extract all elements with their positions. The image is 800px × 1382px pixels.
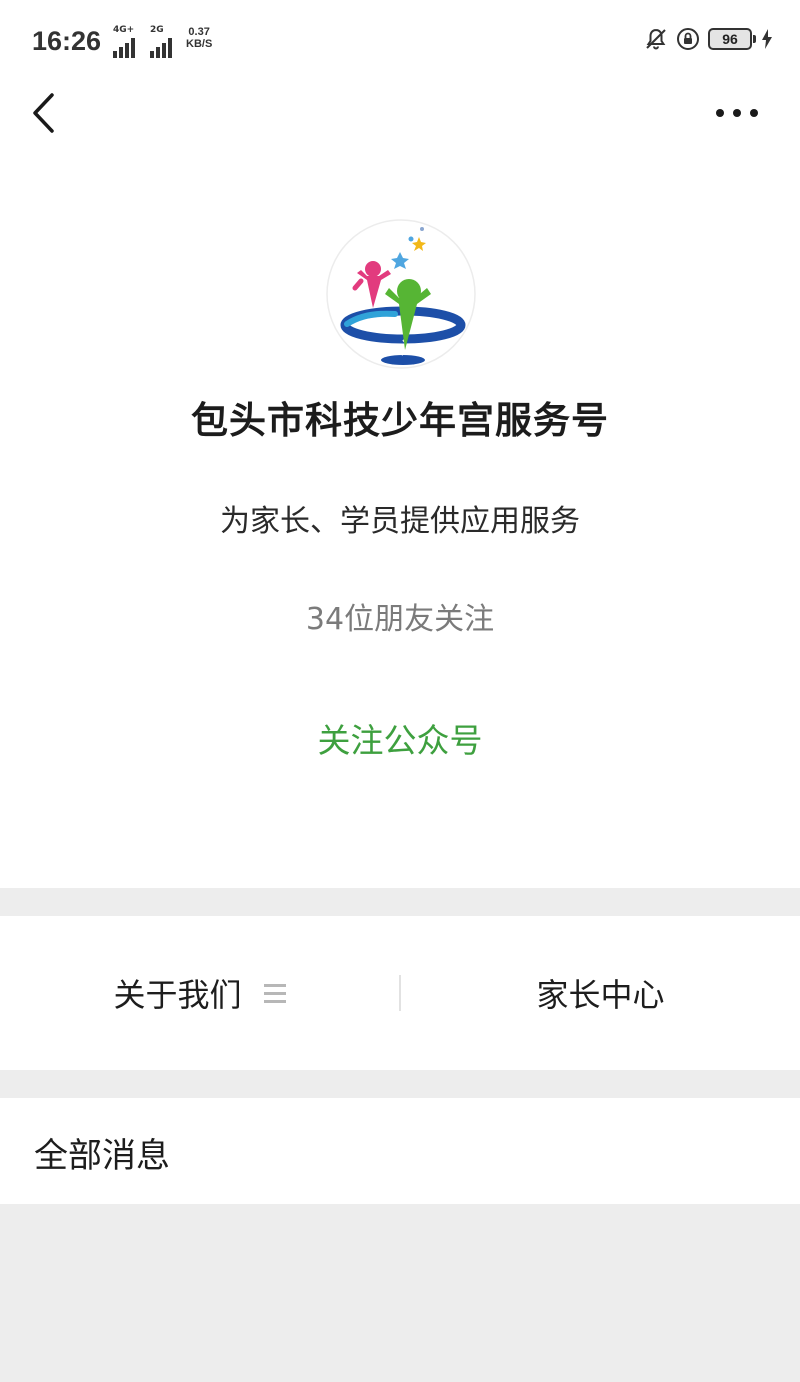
status-icons: 96 [644, 27, 772, 51]
network-speed: 0.37 KB/S [186, 26, 212, 50]
profile-section: 16:26 4G+ 2G 0.37 KB/S 96 包头市科技少年宫服务号 为家… [0, 0, 800, 888]
menu-bar: 关于我们 家长中心 [0, 916, 800, 1070]
battery-indicator: 96 [708, 28, 756, 50]
menu-lines-icon [263, 983, 286, 1003]
menu-item-parent-center[interactable]: 家长中心 [401, 916, 800, 1070]
charging-icon [762, 29, 772, 49]
network-type-label: 4G+ [113, 25, 135, 35]
battery-level: 96 [722, 31, 738, 47]
messages-header: 全部消息 [0, 1098, 800, 1204]
signal-2g-icon: 2G [150, 25, 172, 58]
account-description: 为家长、学员提供应用服务 [220, 504, 580, 539]
messages-title: 全部消息 [34, 1136, 170, 1176]
back-button[interactable] [26, 88, 66, 138]
signal-4g-icon: 4G+ [113, 25, 135, 58]
speed-value: 0.37 [188, 26, 210, 38]
status-time: 16:26 [32, 26, 102, 56]
bell-muted-icon [646, 28, 666, 50]
menu-item-label: 关于我们 [113, 976, 242, 1014]
messages-area [0, 1204, 800, 1382]
account-logo [326, 219, 476, 369]
speed-unit: KB/S [186, 38, 213, 50]
menu-item-label: 家长中心 [536, 976, 665, 1014]
status-bar: 16:26 4G+ 2G 0.37 KB/S 96 [0, 0, 800, 80]
menu-item-about-us[interactable]: 关于我们 [0, 916, 399, 1070]
account-name: 包头市科技少年宫服务号 [191, 399, 609, 442]
follow-button[interactable]: 关注公众号 [280, 714, 520, 768]
followers-count: 34位朋友关注 [305, 602, 495, 637]
more-dots-icon [716, 109, 758, 117]
network-type-label: 2G [150, 25, 164, 35]
chevron-left-icon [33, 93, 54, 133]
more-button[interactable] [712, 98, 762, 128]
rotation-lock-icon [677, 28, 699, 50]
